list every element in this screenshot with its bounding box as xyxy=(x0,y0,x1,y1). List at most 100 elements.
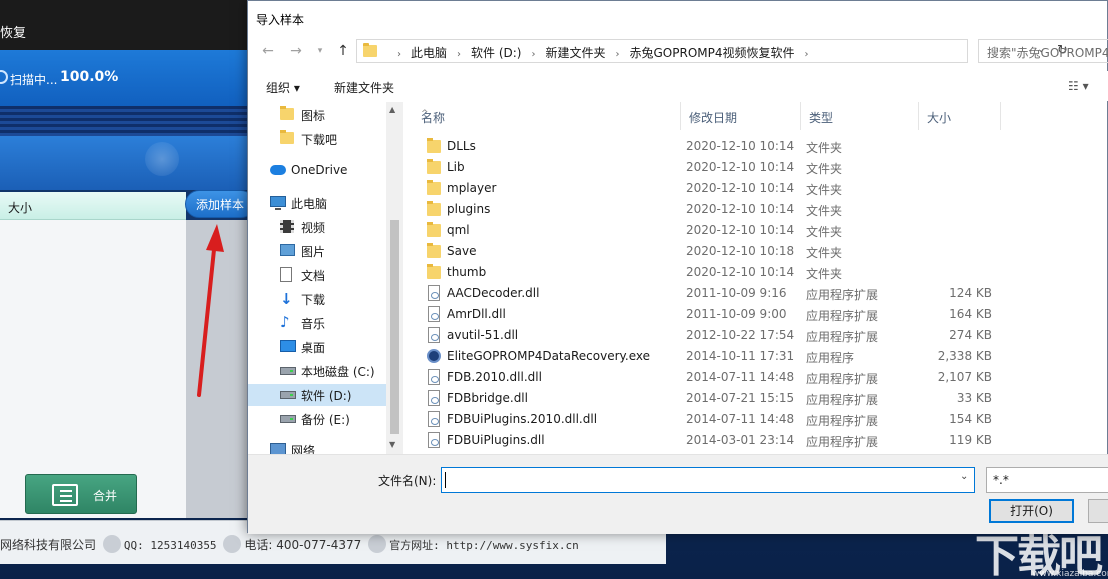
cancel-button[interactable] xyxy=(1088,499,1108,523)
nav-item[interactable]: 文档 xyxy=(248,264,386,286)
application-icon xyxy=(427,349,441,363)
merge-button[interactable]: 合并 xyxy=(25,474,137,514)
nav-item[interactable]: 下载吧 xyxy=(248,128,386,150)
computer-icon xyxy=(270,196,286,210)
breadcrumb-separator-icon[interactable]: › xyxy=(457,49,461,60)
file-type: 文件夹 xyxy=(806,141,843,155)
file-row[interactable]: EliteGOPROMP4DataRecovery.exe 2014-10-11 … xyxy=(413,346,1108,367)
breadcrumb-separator-icon[interactable]: › xyxy=(616,49,620,60)
file-row[interactable]: AmrDll.dll 2011-10-09 9:00 应用程序扩展 164 KB xyxy=(413,304,1108,325)
file-type: 应用程序 xyxy=(806,351,855,365)
file-size: 164 KB xyxy=(949,307,992,321)
file-row[interactable]: FDBUiPlugins.2010.dll.dll 2014-07-11 14:4… xyxy=(413,409,1108,430)
nav-item-label: 备份 (E:) xyxy=(301,413,350,427)
up-arrow-icon[interactable]: ↑ xyxy=(333,41,353,61)
nav-item-label: 音乐 xyxy=(301,317,326,331)
file-type: 文件夹 xyxy=(806,183,843,197)
view-options-icon[interactable]: ☷ ▾ xyxy=(1068,79,1089,93)
file-row[interactable]: FDB.2010.dll.dll 2014-07-11 14:48 应用程序扩展 2,… xyxy=(413,367,1108,388)
folder-icon xyxy=(427,159,441,174)
file-size: 2,338 KB xyxy=(937,349,992,363)
nav-scrollbar[interactable]: ▲ ▼ xyxy=(386,102,403,454)
address-bar[interactable]: › 此电脑 › 软件 (D:) › 新建文件夹 › 赤兔GOPROMP4视频恢复软件 › ⌄ ↻ xyxy=(356,39,1068,63)
file-date: 2012-10-22 17:54 xyxy=(686,328,795,342)
back-arrow-icon[interactable]: ← xyxy=(258,41,278,61)
watermark-url: www.xiazaiba.com xyxy=(1032,569,1108,579)
nav-scroll-thumb[interactable] xyxy=(390,220,399,434)
column-size-label: 大小 xyxy=(927,111,952,125)
breadcrumb-item[interactable]: 新建文件夹 xyxy=(545,46,605,60)
navigation-pane: ▲ ▼ 图标下载吧 OneDrive 此电脑 视频 图片 文档 ↓ 下载 ♪ 音乐 桌面本地磁盘 (… xyxy=(248,102,403,454)
file-type: 文件夹 xyxy=(806,267,843,281)
file-date: 2020-12-10 10:14 xyxy=(686,265,795,279)
file-type: 应用程序扩展 xyxy=(806,288,879,302)
download-icon: ↓ xyxy=(280,290,293,308)
folder-icon xyxy=(280,130,294,144)
nav-item-label: 图标 xyxy=(301,109,326,123)
file-size: 2,107 KB xyxy=(937,370,992,384)
forward-arrow-icon[interactable]: → xyxy=(286,41,306,61)
desktop-icon xyxy=(280,340,296,352)
nav-item[interactable]: 图标 xyxy=(248,104,386,126)
column-date-header[interactable]: 修改日期 xyxy=(681,102,801,130)
nav-item[interactable]: 图片 xyxy=(248,240,386,262)
breadcrumb-item[interactable]: 赤兔GOPROMP4视频恢复软件 xyxy=(630,46,795,60)
file-row[interactable]: DLLs 2020-12-10 10:14 文件夹 xyxy=(413,136,1108,157)
column-type-header[interactable]: 类型 xyxy=(801,102,919,130)
file-row[interactable]: plugins 2020-12-10 10:14 文件夹 xyxy=(413,199,1108,220)
dll-file-icon xyxy=(428,390,440,406)
nav-item[interactable]: 网络 xyxy=(248,439,386,454)
file-type: 应用程序扩展 xyxy=(806,309,879,323)
file-row[interactable]: AACDecoder.dll 2011-10-09 9:16 应用程序扩展 124 K… xyxy=(413,283,1108,304)
file-date: 2020-12-10 10:18 xyxy=(686,244,795,258)
filetype-select[interactable]: *.* xyxy=(986,467,1108,493)
nav-item[interactable]: ↓ 下载 xyxy=(248,288,386,310)
nav-item[interactable]: 备份 (E:) xyxy=(248,408,386,430)
breadcrumb-item[interactable]: 软件 (D:) xyxy=(471,46,521,60)
new-folder-button[interactable]: 新建文件夹 xyxy=(334,79,394,96)
file-type: 应用程序扩展 xyxy=(806,414,879,428)
file-row[interactable]: Lib 2020-12-10 10:14 文件夹 xyxy=(413,157,1108,178)
organize-button[interactable]: 组织 ▾ xyxy=(266,79,300,96)
search-input[interactable]: 搜索"赤兔GOPROMP4视频... xyxy=(978,39,1108,63)
file-row[interactable]: mplayer 2020-12-10 10:14 文件夹 xyxy=(413,178,1108,199)
breadcrumb-item[interactable]: 此电脑 xyxy=(411,46,447,60)
nav-item-label: 本地磁盘 (C:) xyxy=(301,365,375,379)
column-size-header[interactable]: 大小 xyxy=(919,102,1001,130)
nav-item-label: 网络 xyxy=(291,444,316,454)
filename-dropdown-icon[interactable]: ⌄ xyxy=(960,471,968,482)
breadcrumb-separator-icon[interactable]: › xyxy=(531,49,535,60)
file-date: 2014-07-11 14:48 xyxy=(686,370,795,384)
nav-item[interactable]: 桌面 xyxy=(248,336,386,358)
document-icon xyxy=(280,267,292,282)
scroll-down-icon[interactable]: ▼ xyxy=(389,440,395,449)
status-company: 网络科技有限公司 xyxy=(0,538,97,552)
filename-input[interactable]: ⌄ xyxy=(441,467,975,493)
file-row[interactable]: FDBbridge.dll 2014-07-21 15:15 应用程序扩展 33 KB xyxy=(413,388,1108,409)
file-row[interactable]: thumb 2020-12-10 10:14 文件夹 xyxy=(413,262,1108,283)
file-name: qml xyxy=(447,223,470,237)
file-row[interactable]: qml 2020-12-10 10:14 文件夹 xyxy=(413,220,1108,241)
file-row[interactable]: FDBUiPlugins.dll 2014-03-01 23:14 应用程序扩展 11… xyxy=(413,430,1108,451)
open-button[interactable]: 打开(O) xyxy=(989,499,1074,523)
file-row[interactable]: avutil-51.dll 2012-10-22 17:54 应用程序扩展 274 K… xyxy=(413,325,1108,346)
nav-item[interactable]: 视频 xyxy=(248,216,386,238)
nav-item[interactable]: ♪ 音乐 xyxy=(248,312,386,334)
file-type: 文件夹 xyxy=(806,204,843,218)
nav-item[interactable]: 软件 (D:) xyxy=(248,384,386,406)
dll-file-icon xyxy=(428,285,440,301)
scroll-up-icon[interactable]: ▲ xyxy=(389,105,395,114)
nav-item[interactable]: 本地磁盘 (C:) xyxy=(248,360,386,382)
column-name-header[interactable]: 名称 ^ xyxy=(413,102,681,130)
nav-item[interactable]: 此电脑 xyxy=(248,192,386,214)
breadcrumb-separator-icon[interactable]: › xyxy=(397,49,401,60)
file-type: 应用程序扩展 xyxy=(806,372,879,386)
folder-icon xyxy=(280,106,294,120)
dll-file-icon xyxy=(428,327,440,343)
file-row[interactable]: Save 2020-12-10 10:18 文件夹 xyxy=(413,241,1108,262)
recent-dropdown-icon[interactable]: ▾ xyxy=(310,41,330,61)
video-icon xyxy=(280,220,294,233)
nav-item[interactable]: OneDrive xyxy=(248,160,386,182)
file-name: Lib xyxy=(447,160,465,174)
breadcrumb-separator-icon[interactable]: › xyxy=(805,49,809,60)
